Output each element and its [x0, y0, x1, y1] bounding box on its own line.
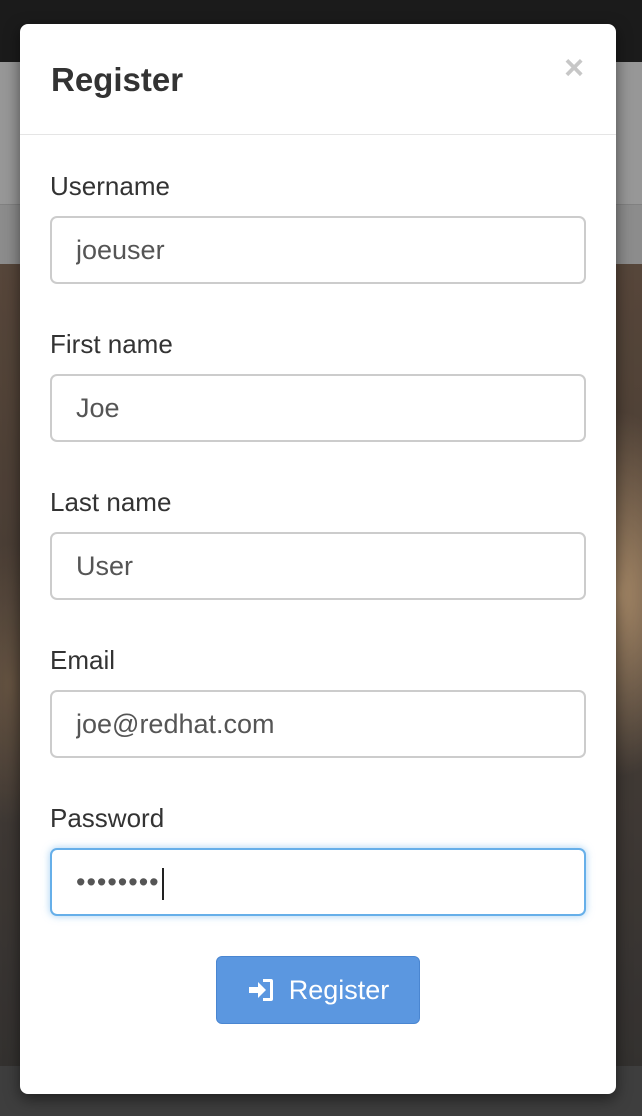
password-label: Password [50, 803, 165, 833]
close-icon[interactable]: × [560, 51, 588, 85]
username-label: Username [50, 171, 170, 201]
modal-header: Register × [20, 24, 616, 135]
email-input[interactable] [50, 690, 586, 758]
username-input[interactable] [50, 216, 586, 284]
sign-in-icon [248, 979, 273, 1001]
last-name-input[interactable] [50, 532, 586, 600]
username-group: Username [50, 170, 586, 328]
password-group: Password •••••••• [50, 802, 586, 960]
first-name-label: First name [50, 329, 173, 359]
last-name-group: Last name [50, 486, 586, 644]
first-name-input[interactable] [50, 374, 586, 442]
register-form: Username First name Last name Email Pass… [50, 170, 586, 960]
password-input[interactable]: •••••••• [50, 848, 586, 916]
text-caret [161, 867, 164, 900]
password-masked-value: •••••••• [76, 867, 160, 897]
first-name-group: First name [50, 328, 586, 486]
last-name-label: Last name [50, 487, 172, 517]
register-modal: Register × Username First name Last name… [20, 24, 616, 1094]
register-button[interactable]: Register [216, 956, 420, 1024]
email-label: Email [50, 645, 116, 675]
register-button-label: Register [288, 974, 390, 1005]
email-group: Email [50, 644, 586, 802]
modal-title: Register [51, 61, 184, 98]
